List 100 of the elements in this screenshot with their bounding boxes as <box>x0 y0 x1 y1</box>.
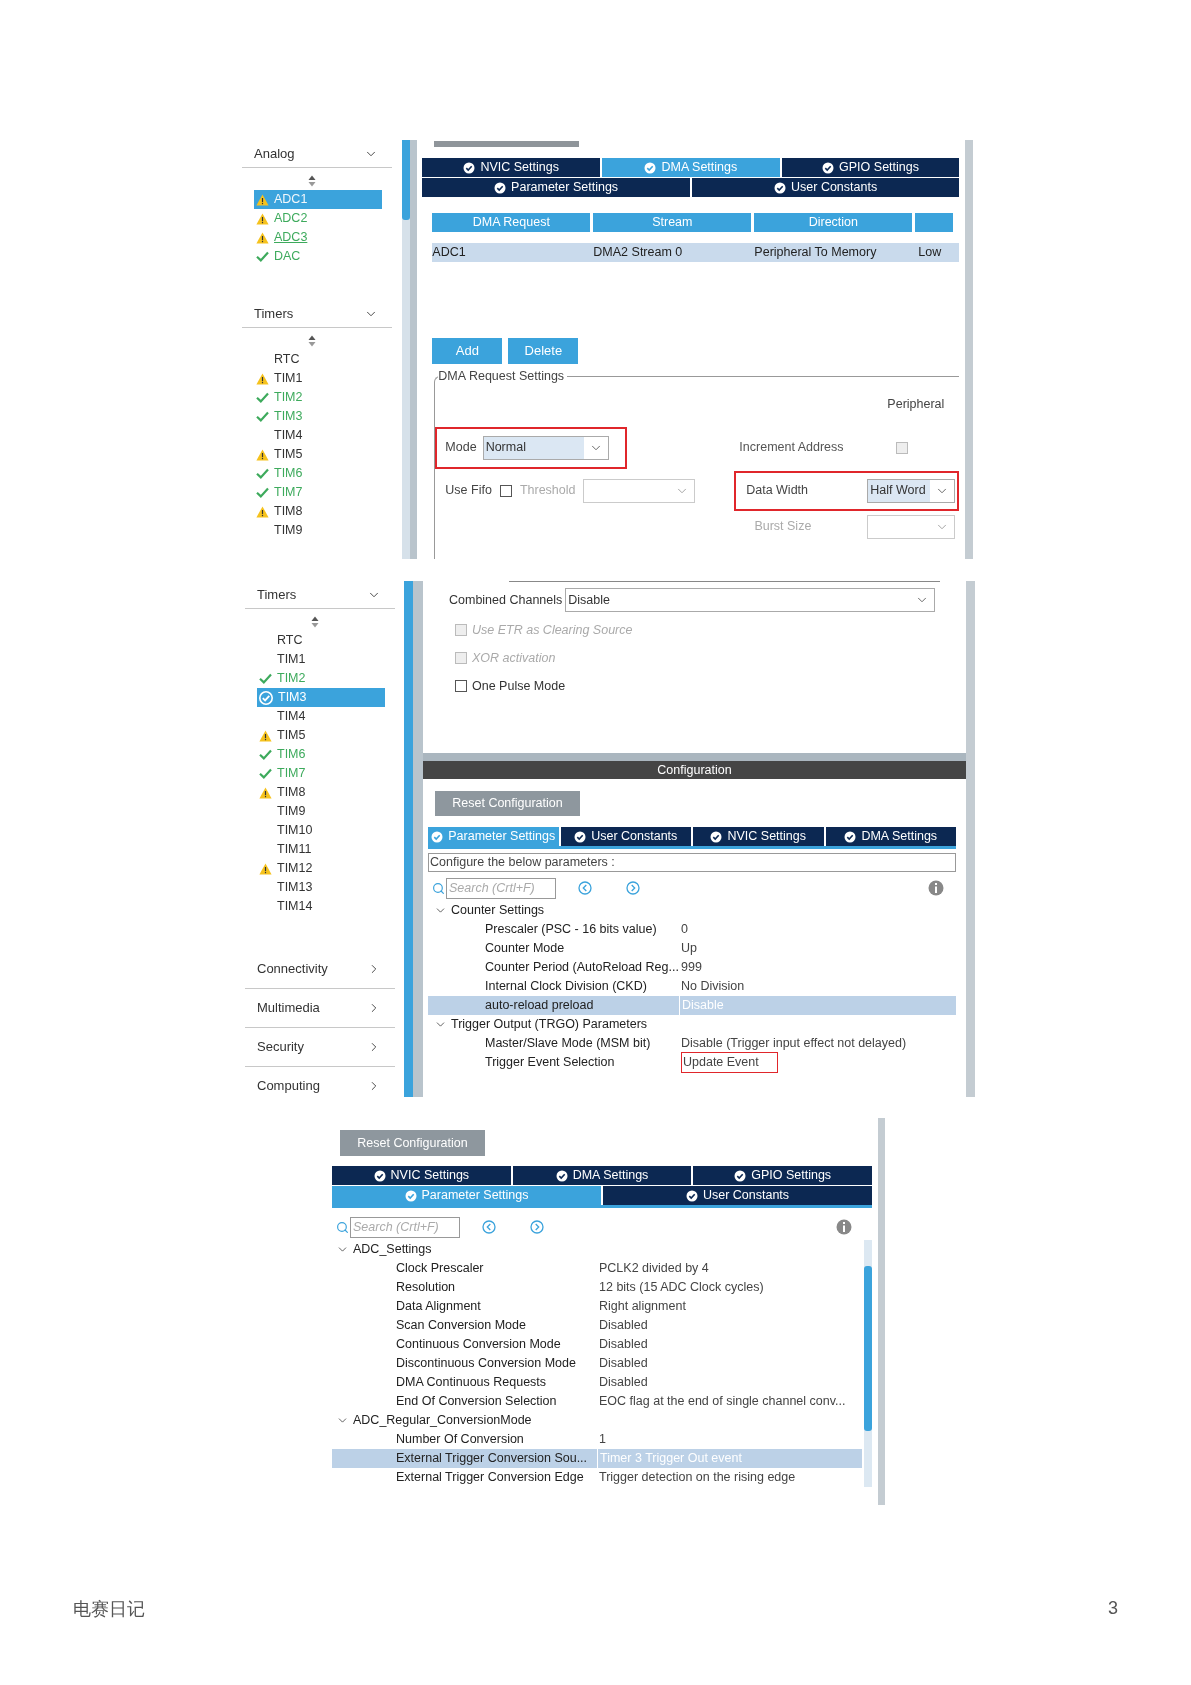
document-title: 电赛日记 <box>73 1597 145 1621</box>
dropdown-select[interactable]: Half Word <box>867 478 956 503</box>
next-icon[interactable] <box>530 1220 544 1234</box>
settings-tab[interactable]: DMA Settings <box>512 1166 692 1185</box>
checkmark-icon <box>259 673 272 684</box>
peripheral-item[interactable]: TIM12 <box>257 859 385 878</box>
parameter-value[interactable]: Disabled <box>599 1316 648 1335</box>
parameter-name: Number Of Conversion <box>396 1431 524 1449</box>
scrollbar[interactable] <box>864 1240 872 1487</box>
parameter-name: Continuous Conversion Mode <box>396 1336 561 1354</box>
info-icon[interactable] <box>928 880 944 896</box>
parameter-value[interactable]: Update Event <box>681 1052 778 1073</box>
category-header[interactable]: Analog <box>242 140 392 168</box>
scrollbar[interactable] <box>404 581 413 1097</box>
peripheral-item[interactable]: RTC <box>257 631 385 650</box>
field-label: Use Fifo <box>445 482 492 500</box>
parameter-value[interactable]: Disabled <box>599 1354 648 1373</box>
dropdown-select[interactable] <box>867 514 956 539</box>
peripheral-item[interactable]: TIM5 <box>254 445 382 464</box>
parameter-name: Prescaler (PSC - 16 bits value) <box>485 921 657 939</box>
settings-tab[interactable]: NVIC Settings <box>693 827 824 846</box>
info-icon[interactable] <box>836 1219 852 1235</box>
peripheral-item[interactable]: TIM13 <box>257 878 385 897</box>
parameter-name: Scan Conversion Mode <box>396 1317 526 1335</box>
search-field[interactable]: Search (Crtl+F) <box>446 877 556 899</box>
parameter-value[interactable]: Disabled <box>599 1373 648 1392</box>
peripheral-item[interactable]: TIM8 <box>254 502 382 521</box>
peripheral-item[interactable]: TIM1 <box>254 369 382 388</box>
parameter-value[interactable]: EOC flag at the end of single channel conv... <box>599 1392 846 1411</box>
peripheral-item[interactable]: TIM14 <box>257 897 385 916</box>
table-cell-text: Peripheral To Memory <box>754 244 878 262</box>
description-field: Configure the below parameters : <box>428 853 956 872</box>
search-field[interactable]: Search (Crtl+F) <box>350 1216 460 1238</box>
check-circle-icon <box>373 1169 386 1182</box>
peripheral-item[interactable]: TIM5 <box>257 726 385 745</box>
settings-tab[interactable]: NVIC Settings <box>332 1166 511 1185</box>
sort-icon[interactable] <box>311 616 319 628</box>
peripheral-item[interactable]: TIM9 <box>257 802 385 821</box>
scrollbar[interactable] <box>402 140 410 559</box>
group-header[interactable]: Trigger Output (TRGO) Parameters <box>428 1015 956 1034</box>
group-header[interactable]: ADC_Settings <box>332 1240 862 1259</box>
sort-icon[interactable] <box>308 335 316 347</box>
parameter-name: Counter Mode <box>485 940 565 958</box>
settings-tab[interactable]: User Constants <box>603 1186 872 1205</box>
check-circle-icon <box>431 830 444 843</box>
sort-icon[interactable] <box>308 175 316 187</box>
settings-tab[interactable]: Parameter Settings <box>422 178 690 197</box>
category-header[interactable]: Connectivity <box>245 950 395 989</box>
settings-tab[interactable]: GPIO Settings <box>781 158 960 177</box>
scroll-handle[interactable] <box>434 141 580 147</box>
category-header[interactable]: Multimedia <box>245 989 395 1028</box>
parameter-value[interactable]: Disabled <box>599 1335 648 1354</box>
checkbox[interactable] <box>895 441 908 454</box>
previous-icon[interactable] <box>482 1220 496 1234</box>
category-header[interactable]: Security <box>245 1028 395 1067</box>
dropdown-select[interactable] <box>583 478 696 503</box>
settings-tab[interactable]: GPIO Settings <box>693 1166 872 1185</box>
scrollbar-thumb[interactable] <box>402 140 410 220</box>
checkbox[interactable] <box>455 679 467 692</box>
splitter-bar[interactable] <box>409 140 418 559</box>
dropdown-select[interactable]: Normal <box>482 435 609 460</box>
parameter-value[interactable]: Up <box>681 939 697 958</box>
parameter-value[interactable]: 1 <box>599 1430 606 1449</box>
parameter-value[interactable]: Right alignment <box>599 1297 686 1316</box>
table-cell-text: DMA2 Stream 0 <box>593 244 684 262</box>
group-header[interactable]: Counter Settings <box>428 901 956 920</box>
peripheral-item[interactable]: RTC <box>254 350 382 369</box>
section-legend: DMA Request Settings <box>438 368 568 384</box>
parameter-value[interactable]: 0 <box>681 920 688 939</box>
parameter-value[interactable]: 12 bits (15 ADC Clock cycles) <box>599 1278 764 1297</box>
parameter-name: Internal Clock Division (CKD) <box>485 978 647 996</box>
column-header[interactable] <box>915 213 954 232</box>
category-header[interactable]: Timers <box>245 581 395 609</box>
scrollbar-thumb[interactable] <box>864 1266 872 1431</box>
peripheral-item[interactable]: TIM11 <box>257 840 385 859</box>
peripheral-item[interactable]: TIM4 <box>257 707 385 726</box>
parameter-value[interactable]: Disable (Trigger input effect not delayed) <box>681 1034 907 1053</box>
settings-tab[interactable]: User Constants <box>560 827 691 846</box>
checkbox[interactable] <box>499 484 512 497</box>
peripheral-item[interactable]: TIM8 <box>257 783 385 802</box>
peripheral-item[interactable]: TIM1 <box>257 650 385 669</box>
parameter-value[interactable]: Trigger detection on the rising edge <box>599 1468 796 1487</box>
peripheral-item[interactable]: TIM10 <box>257 821 385 840</box>
category-header[interactable]: Timers <box>242 300 392 328</box>
parameter-value[interactable]: PCLK2 divided by 4 <box>599 1259 709 1278</box>
peripheral-item[interactable]: TIM9 <box>254 521 382 540</box>
settings-tab[interactable]: DMA Settings <box>825 827 956 846</box>
group-header[interactable]: ADC_Regular_ConversionMode <box>332 1411 862 1430</box>
check-circle-icon <box>494 181 507 194</box>
dropdown-select[interactable]: Disable <box>565 588 936 612</box>
page-number: 3 <box>1108 1597 1118 1620</box>
peripheral-item[interactable]: TIM4 <box>254 426 382 445</box>
previous-icon[interactable] <box>578 881 592 895</box>
parameter-value[interactable]: 999 <box>681 958 702 977</box>
checkbox-label: XOR activation <box>472 649 556 667</box>
parameter-value[interactable]: No Division <box>681 977 745 996</box>
next-icon[interactable] <box>626 881 640 895</box>
settings-tab[interactable]: User Constants <box>691 178 960 197</box>
settings-tab[interactable]: NVIC Settings <box>422 158 600 177</box>
category-header[interactable]: Computing <box>245 1067 395 1097</box>
